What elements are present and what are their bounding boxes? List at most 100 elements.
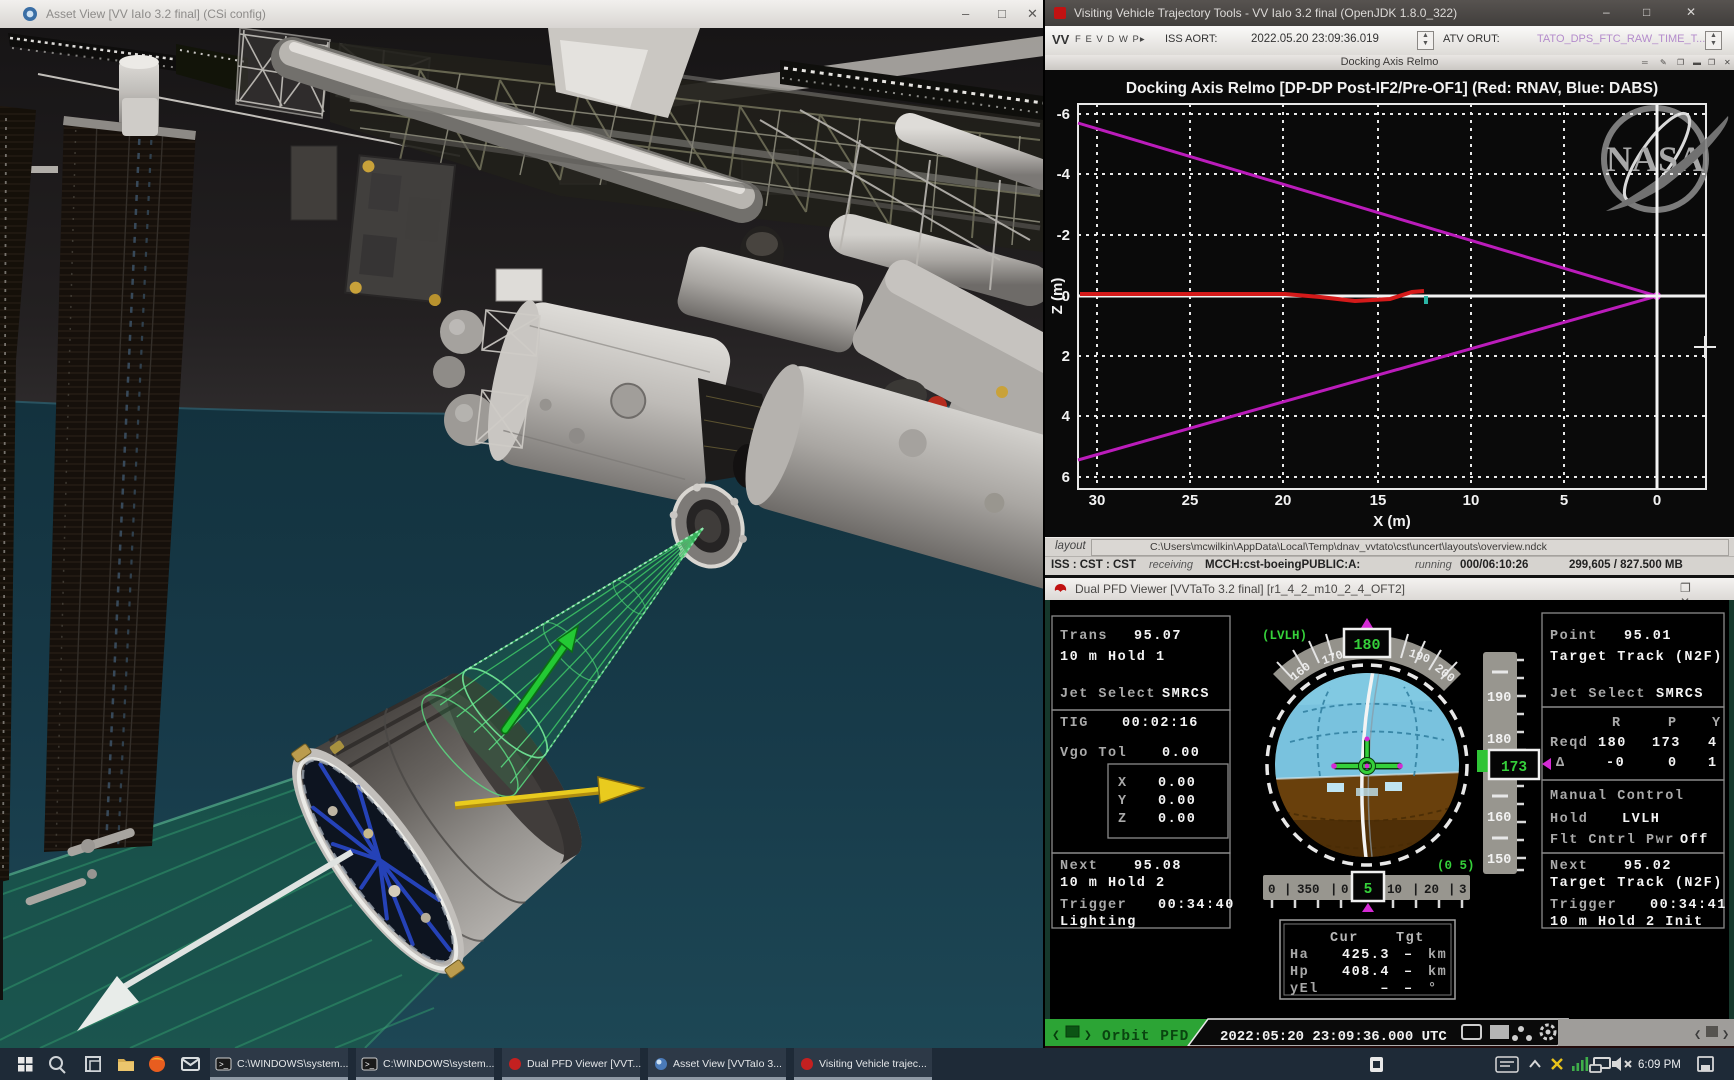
svg-text:408.4: 408.4: [1342, 965, 1390, 980]
svg-text:173: 173: [1652, 736, 1681, 751]
svg-text:(0 5): (0 5): [1437, 859, 1475, 873]
svg-text:❯: ❯: [1084, 1028, 1092, 1043]
svg-text:20: 20: [1275, 492, 1292, 509]
svg-text:Point: Point: [1550, 629, 1598, 644]
svg-text:10: 10: [1463, 492, 1480, 509]
svg-text:yEl: yEl: [1290, 982, 1319, 997]
svg-text:2022:05:20 23:09:36.000 UTC: 2022:05:20 23:09:36.000 UTC: [1220, 1029, 1447, 1045]
svg-text:Ha: Ha: [1290, 948, 1309, 963]
svg-text:25: 25: [1182, 492, 1199, 509]
svg-text:4: 4: [1062, 408, 1071, 425]
svg-text:Off: Off: [1680, 833, 1709, 848]
svg-text:Hp: Hp: [1290, 965, 1309, 980]
svg-text:°: °: [1428, 982, 1438, 997]
svg-text:0.00: 0.00: [1158, 794, 1196, 809]
svg-text:Tgt: Tgt: [1396, 931, 1425, 946]
svg-text:|: |: [1412, 883, 1420, 897]
svg-text:Docking Axis Relmo [DP-DP Post: Docking Axis Relmo [DP-DP Post-IF2/Pre-O…: [1126, 80, 1658, 97]
svg-text:Cur: Cur: [1330, 931, 1359, 946]
svg-text:Vgo Tol: Vgo Tol: [1060, 746, 1127, 761]
svg-text:-6: -6: [1057, 106, 1070, 123]
svg-text:190: 190: [1487, 691, 1511, 706]
svg-text:Asset View [VVTaIo 3...: Asset View [VVTaIo 3...: [673, 1058, 782, 1070]
svg-text:350: 350: [1297, 883, 1320, 897]
svg-text:|: |: [1284, 883, 1292, 897]
svg-text:3: 3: [1459, 883, 1467, 897]
svg-text:30: 30: [1089, 492, 1106, 509]
svg-text:❯: ❯: [1722, 1028, 1729, 1042]
svg-text:425.3: 425.3: [1342, 948, 1390, 963]
svg-text:5: 5: [1560, 492, 1568, 509]
svg-text:TIG: TIG: [1060, 716, 1089, 731]
svg-text:SMRCS: SMRCS: [1162, 687, 1210, 702]
svg-text:X: X: [1118, 776, 1128, 791]
svg-text:LVLH: LVLH: [1622, 812, 1660, 827]
svg-text:Reqd: Reqd: [1550, 736, 1588, 751]
svg-text:5: 5: [1364, 882, 1373, 898]
svg-text:>_: >_: [219, 1060, 229, 1069]
svg-text:95.02: 95.02: [1624, 859, 1672, 874]
svg-text:SMRCS: SMRCS: [1656, 687, 1704, 702]
svg-text:–: –: [1404, 982, 1414, 997]
svg-text:00:02:16: 00:02:16: [1122, 716, 1199, 731]
svg-text:Trigger: Trigger: [1550, 898, 1617, 913]
svg-text:❮: ❮: [1694, 1028, 1701, 1042]
svg-text:P: P: [1668, 716, 1678, 731]
svg-text:6: 6: [1062, 469, 1070, 486]
svg-text:0.00: 0.00: [1162, 746, 1200, 761]
svg-text:0: 0: [1268, 883, 1276, 897]
svg-text:95.01: 95.01: [1624, 629, 1672, 644]
svg-text:15: 15: [1370, 492, 1387, 509]
svg-text:Next: Next: [1550, 859, 1588, 874]
svg-text:(LVLH): (LVLH): [1262, 629, 1307, 643]
svg-text:Trigger: Trigger: [1060, 898, 1127, 913]
svg-text:–: –: [1404, 948, 1414, 963]
svg-text:10 m Hold 2 Init: 10 m Hold 2 Init: [1550, 915, 1704, 930]
svg-text:Jet Select: Jet Select: [1060, 687, 1156, 702]
svg-text:10 m Hold 1: 10 m Hold 1: [1060, 650, 1166, 665]
svg-text:0: 0: [1668, 756, 1678, 771]
svg-text:00:34:41: 00:34:41: [1650, 898, 1727, 913]
svg-text:Trans: Trans: [1060, 629, 1108, 644]
svg-text:20: 20: [1424, 883, 1439, 897]
svg-text:160: 160: [1487, 811, 1511, 826]
svg-text:Z: Z: [1118, 812, 1128, 827]
svg-text:Hold: Hold: [1550, 812, 1588, 827]
svg-text:R: R: [1612, 716, 1622, 731]
svg-text:180: 180: [1353, 637, 1380, 654]
svg-text:95.07: 95.07: [1134, 629, 1182, 644]
svg-text:-0: -0: [1606, 756, 1625, 771]
svg-text:X (m): X (m): [1373, 513, 1411, 530]
svg-text:0: 0: [1653, 492, 1661, 509]
svg-text:4: 4: [1708, 736, 1718, 751]
svg-text:–: –: [1380, 982, 1390, 997]
svg-text:❮: ❮: [1052, 1028, 1060, 1043]
svg-text:180: 180: [1487, 733, 1511, 748]
svg-text:Manual Control: Manual Control: [1550, 789, 1684, 804]
svg-text:-2: -2: [1057, 227, 1070, 244]
svg-text:C:\WINDOWS\system...: C:\WINDOWS\system...: [383, 1058, 494, 1070]
svg-text:1: 1: [1708, 756, 1718, 771]
svg-text:C:\WINDOWS\system...: C:\WINDOWS\system...: [237, 1058, 348, 1070]
svg-text:Lighting: Lighting: [1060, 915, 1137, 930]
svg-text:180: 180: [1598, 736, 1627, 751]
svg-text:Target Track (N2F): Target Track (N2F): [1550, 650, 1723, 665]
svg-text:-4: -4: [1057, 166, 1071, 183]
svg-text:10: 10: [1387, 883, 1402, 897]
svg-text:6:09 PM: 6:09 PM: [1638, 1059, 1681, 1071]
svg-text:10 m Hold 2: 10 m Hold 2: [1060, 876, 1166, 891]
svg-text:Y: Y: [1118, 794, 1128, 809]
svg-text:|: |: [1330, 883, 1338, 897]
svg-text:km: km: [1428, 948, 1447, 963]
svg-text:173: 173: [1501, 760, 1527, 776]
svg-text:Dual PFD Viewer [VVT...: Dual PFD Viewer [VVT...: [527, 1058, 641, 1070]
svg-text:00:34:40: 00:34:40: [1158, 898, 1235, 913]
svg-text:Next: Next: [1060, 859, 1098, 874]
svg-text:km: km: [1428, 965, 1447, 980]
svg-text:Jet Select: Jet Select: [1550, 687, 1646, 702]
svg-text:2: 2: [1062, 348, 1070, 365]
svg-text:Target Track (N2F): Target Track (N2F): [1550, 876, 1723, 891]
svg-text:0.00: 0.00: [1158, 776, 1196, 791]
svg-text:Visiting Vehicle trajec...: Visiting Vehicle trajec...: [819, 1058, 927, 1070]
svg-text:0: 0: [1341, 883, 1349, 897]
